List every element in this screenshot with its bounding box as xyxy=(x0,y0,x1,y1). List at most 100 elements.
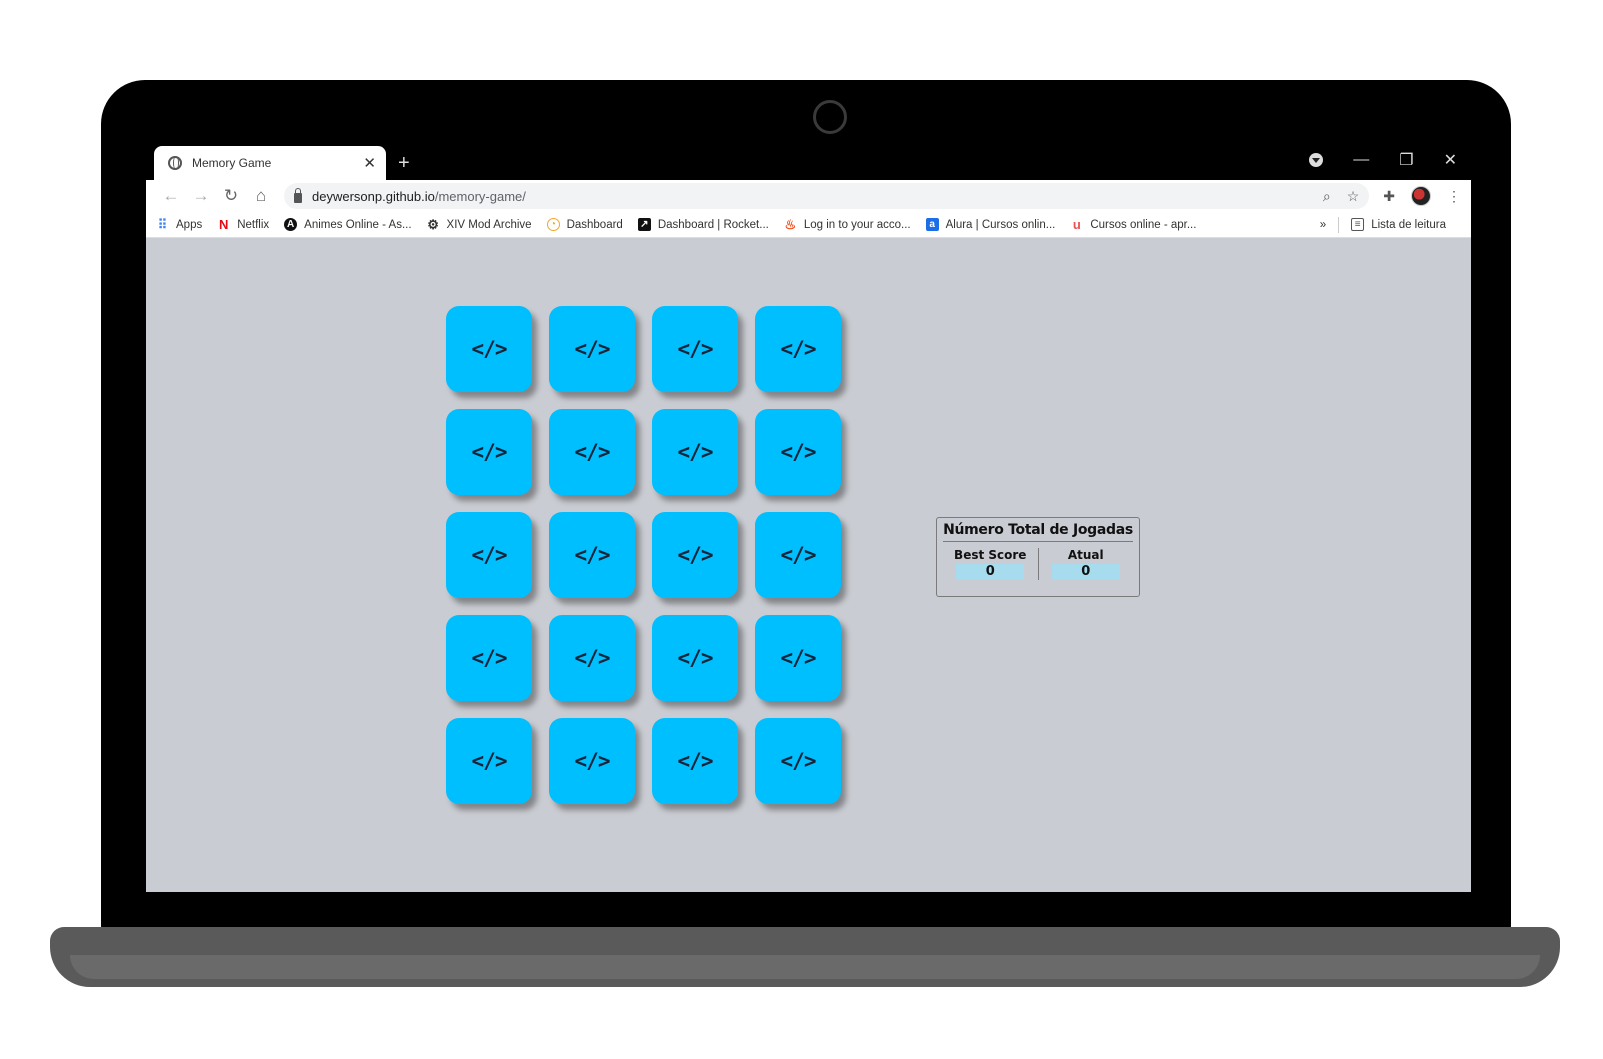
code-icon: </> xyxy=(677,440,714,464)
bookmark-item[interactable]: A Animes Online - As... xyxy=(284,218,412,231)
code-icon: </> xyxy=(677,337,714,361)
code-icon: </> xyxy=(574,337,611,361)
memory-card[interactable]: </> xyxy=(755,512,841,598)
reading-list-button[interactable]: ≡ Lista de leitura xyxy=(1351,218,1446,231)
avatar[interactable] xyxy=(1411,186,1431,206)
memory-card[interactable]: </> xyxy=(652,718,738,804)
bookmark-star-icon[interactable]: ☆ xyxy=(1347,188,1360,205)
code-icon: </> xyxy=(677,543,714,567)
code-icon: </> xyxy=(574,749,611,773)
bookmark-item[interactable]: ⚙ XIV Mod Archive xyxy=(427,217,531,232)
url-host: deywersonp.github.io xyxy=(312,188,435,204)
bookmark-label: Dashboard | Rocket... xyxy=(657,218,769,231)
bookmark-item[interactable]: ⠿ Apps xyxy=(156,218,202,231)
memory-card[interactable]: </> xyxy=(446,409,532,495)
bookmarks-bar: ⠿ Apps N Netflix A Animes Online - As... ⚙ XIV … xyxy=(146,212,1471,238)
extensions-icon[interactable]: ✚ xyxy=(1383,188,1395,205)
lock-icon[interactable] xyxy=(294,187,302,203)
window-controls: — ❐ ✕ xyxy=(1309,150,1457,170)
current-score-label: Atual xyxy=(1067,548,1104,562)
bookmark-item[interactable]: N Netflix xyxy=(217,218,269,231)
bookmarks-overflow-button[interactable]: » xyxy=(1320,219,1326,231)
back-button[interactable]: ← xyxy=(156,186,186,206)
memory-card[interactable]: </> xyxy=(652,306,738,392)
code-icon: </> xyxy=(471,543,508,567)
memory-card[interactable]: </> xyxy=(549,615,635,701)
memory-card[interactable]: </> xyxy=(652,615,738,701)
code-icon: </> xyxy=(677,749,714,773)
memory-card[interactable]: </> xyxy=(446,718,532,804)
tab-title: Memory Game xyxy=(192,156,272,170)
memory-card[interactable]: </> xyxy=(446,615,532,701)
new-tab-button[interactable]: + xyxy=(398,152,410,175)
code-icon: </> xyxy=(471,337,508,361)
omnibox-actions: ⌕ ☆ xyxy=(1323,188,1359,205)
memory-card[interactable]: </> xyxy=(755,306,841,392)
animes-icon: A xyxy=(284,218,298,231)
bookmark-label: Apps xyxy=(176,218,203,231)
url-path: /memory-game/ xyxy=(434,188,526,204)
bookmark-label: Dashboard xyxy=(566,218,623,231)
code-icon: </> xyxy=(780,440,817,464)
memory-card[interactable]: </> xyxy=(549,409,635,495)
bookmark-item[interactable]: a Alura | Cursos onlin... xyxy=(925,218,1056,231)
code-icon: </> xyxy=(780,646,817,670)
memory-card[interactable]: </> xyxy=(652,409,738,495)
restore-button[interactable]: ❐ xyxy=(1399,150,1413,170)
memory-card[interactable]: </> xyxy=(446,512,532,598)
code-icon: </> xyxy=(677,646,714,670)
alura-icon: a xyxy=(925,218,939,231)
score-panel: Número Total de Jogadas Best Score 0 Atu… xyxy=(936,517,1140,597)
code-icon: </> xyxy=(574,440,611,464)
minimize-button[interactable]: — xyxy=(1353,151,1369,169)
forward-button[interactable]: → xyxy=(186,186,216,206)
bookmark-label: Log in to your acco... xyxy=(803,218,911,231)
current-score-column: Atual 0 xyxy=(1037,548,1134,580)
current-score-value: 0 xyxy=(1051,564,1120,580)
score-columns: Best Score 0 Atual 0 xyxy=(943,548,1133,580)
address-bar[interactable]: deywersonp.github.io /memory-game/ ⌕ ☆ xyxy=(284,183,1370,209)
tab-memory-game[interactable]: Memory Game ✕ xyxy=(154,146,386,180)
reading-list-label: Lista de leitura xyxy=(1371,218,1446,231)
bookmark-item[interactable]: ◔ Dashboard xyxy=(546,218,623,231)
code-icon: </> xyxy=(471,646,508,670)
card-grid: </> </> </> </> </> </> </> </> </> </> </> </> </> <… xyxy=(446,306,841,804)
memory-card[interactable]: </> xyxy=(549,306,635,392)
bookmark-item[interactable]: ↗ Dashboard | Rocket... xyxy=(637,218,769,231)
browser-window: Memory Game ✕ + — ❐ ✕ ← → ↻ ⌂ deywersonp… xyxy=(146,146,1471,892)
dashboard-icon: ◔ xyxy=(546,218,560,231)
best-score-label: Best Score xyxy=(954,548,1027,562)
laptop-mockup: Memory Game ✕ + — ❐ ✕ ← → ↻ ⌂ deywersonp… xyxy=(0,0,1603,1059)
laptop-base-edge xyxy=(70,955,1540,979)
xiv-icon: ⚙ xyxy=(427,217,439,232)
page-content: </> </> </> </> </> </> </> </> </> </> </> </> </> <… xyxy=(146,238,1471,892)
tab-search-icon[interactable] xyxy=(1309,153,1324,167)
bookmark-item[interactable]: ♨ Log in to your acco... xyxy=(784,218,911,231)
bookmark-label: Animes Online - As... xyxy=(304,218,412,231)
bookmark-label: Netflix xyxy=(237,218,270,231)
zoom-icon[interactable]: ⌕ xyxy=(1323,188,1331,205)
bookmarks-right: » ≡ Lista de leitura xyxy=(1320,216,1461,233)
memory-card[interactable]: </> xyxy=(446,306,532,392)
memory-card[interactable]: </> xyxy=(549,718,635,804)
memory-card[interactable]: </> xyxy=(652,512,738,598)
bookmark-label: Alura | Cursos onlin... xyxy=(945,218,1056,231)
memory-card[interactable]: </> xyxy=(755,409,841,495)
memory-card[interactable]: </> xyxy=(755,718,841,804)
code-icon: </> xyxy=(780,749,817,773)
webcam-icon xyxy=(813,100,847,134)
close-window-button[interactable]: ✕ xyxy=(1444,150,1457,170)
bookmark-item[interactable]: u Cursos online - apr... xyxy=(1070,217,1197,232)
udemy-icon: u xyxy=(1072,217,1081,232)
apps-grid-icon: ⠿ xyxy=(157,217,168,232)
reload-button[interactable]: ↻ xyxy=(216,186,246,206)
memory-card[interactable]: </> xyxy=(549,512,635,598)
memory-card[interactable]: </> xyxy=(755,615,841,701)
code-icon: </> xyxy=(574,543,611,567)
menu-icon[interactable]: ⋮ xyxy=(1447,188,1461,205)
home-button[interactable]: ⌂ xyxy=(246,186,276,206)
toolbar-right: ✚ ⋮ xyxy=(1383,186,1461,206)
best-score-column: Best Score 0 xyxy=(943,548,1038,580)
close-tab-icon[interactable]: ✕ xyxy=(363,154,376,172)
code-icon: </> xyxy=(471,749,508,773)
